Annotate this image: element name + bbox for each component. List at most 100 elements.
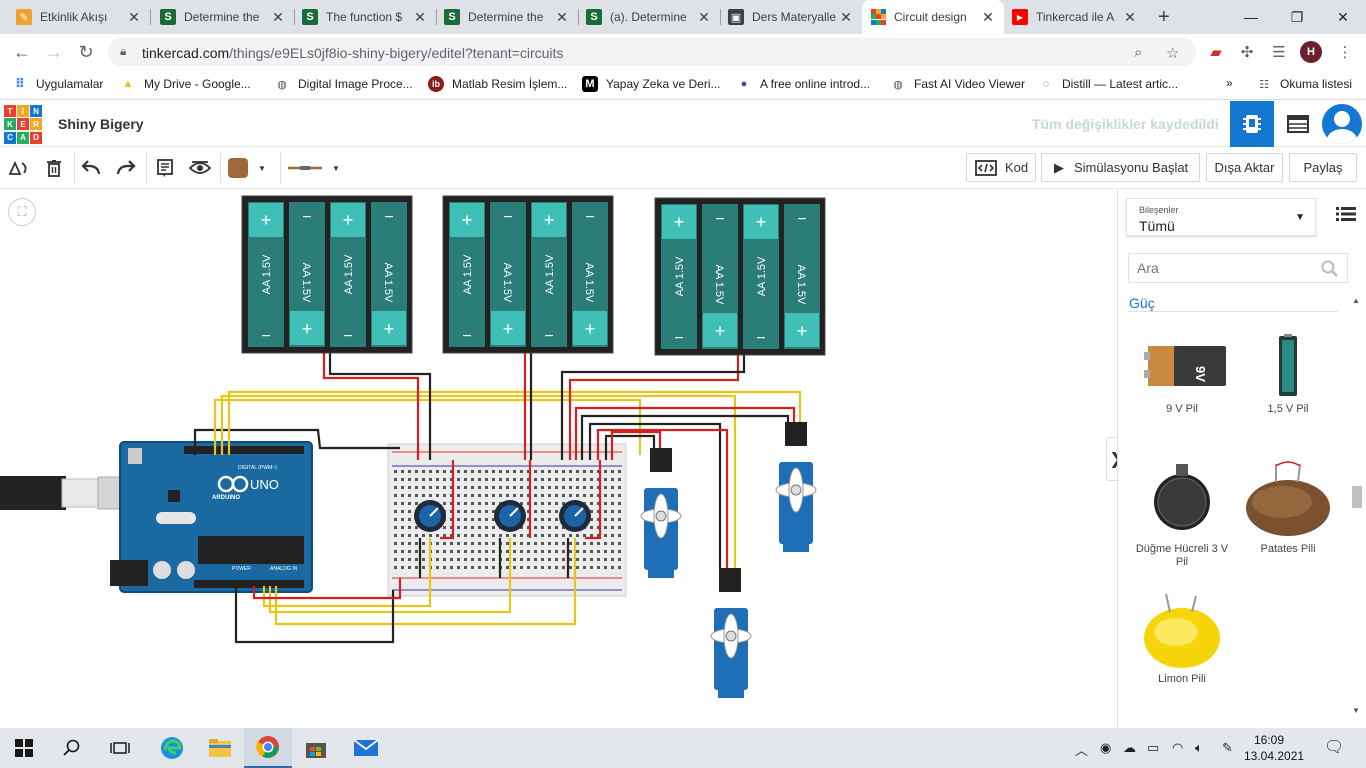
potentiometer[interactable] xyxy=(494,500,526,532)
bookmark-item[interactable]: ◍ Digital Image Proce... xyxy=(274,76,413,92)
taskbar-mail[interactable] xyxy=(342,728,390,768)
battery-pack[interactable]: + − AA 1.5V + − AA 1.5V + − AA 1.5V + − AA 1.5V xyxy=(442,195,614,354)
wire-color-picker[interactable]: ▼ xyxy=(228,155,276,181)
scroll-down-icon[interactable]: ▼ xyxy=(1352,706,1360,715)
search-icon[interactable] xyxy=(1321,260,1339,278)
meet-now-icon[interactable]: ◉ xyxy=(1100,740,1111,756)
servo-motor[interactable] xyxy=(710,568,752,698)
battery-pack[interactable]: + − AA 1.5V + − AA 1.5V + − AA 1.5V + − AA 1.5V xyxy=(654,197,826,356)
list-view-toggle[interactable] xyxy=(1336,206,1356,226)
system-clock[interactable]: 16:09 13.04.2021 xyxy=(1244,732,1304,764)
browser-tab[interactable]: ▶ Tinkercad ile A ✕ xyxy=(1004,0,1146,34)
browser-tab[interactable]: ✎ Etkinlik Akışı ✕ xyxy=(8,0,150,34)
more-bookmarks-button[interactable]: » xyxy=(1226,76,1233,90)
browser-tab[interactable]: S Determine the ✕ xyxy=(152,0,294,34)
taskbar-file-explorer[interactable] xyxy=(196,728,244,768)
component-coin-cell-battery[interactable]: Düğme Hücreli 3 V Pil xyxy=(1130,460,1234,569)
pen-icon[interactable]: ✎ xyxy=(1222,740,1233,756)
component-lemon-battery[interactable]: Limon Pili xyxy=(1130,590,1234,686)
extensions-puzzle-icon[interactable]: ✣ xyxy=(1236,41,1258,63)
potentiometer[interactable] xyxy=(559,500,591,532)
bookmark-item[interactable]: ● A free online introd... xyxy=(736,76,870,92)
rotate-button[interactable] xyxy=(6,155,32,181)
start-simulation-button[interactable]: ▶ Simülasyonu Başlat xyxy=(1041,153,1200,182)
minimize-button[interactable]: — xyxy=(1228,0,1274,34)
close-tab-icon[interactable]: ✕ xyxy=(696,9,712,26)
browser-tab[interactable]: ▣ Ders Materyalle ✕ xyxy=(720,0,862,34)
browser-tab[interactable]: S (a). Determine ✕ xyxy=(578,0,720,34)
media-control-icon[interactable]: ☰ xyxy=(1268,41,1290,63)
close-tab-icon[interactable]: ✕ xyxy=(1122,9,1138,26)
component-1-5v-battery[interactable]: 1,5 V Pil xyxy=(1236,330,1340,416)
undo-button[interactable] xyxy=(78,155,104,181)
profile-avatar[interactable]: H xyxy=(1300,41,1322,63)
wire-type-picker[interactable]: ▼ xyxy=(288,155,348,181)
components-category-select[interactable]: Bileşenler Tümü ▼ xyxy=(1126,198,1316,236)
bookmark-item[interactable]: ▲ My Drive - Google... xyxy=(120,76,251,92)
browser-tab[interactable]: S Determine the ✕ xyxy=(436,0,578,34)
bookmark-apps[interactable]: ⠿ Uygulamalar xyxy=(12,76,103,92)
bookmark-item[interactable]: ◌ Distill — Latest artic... xyxy=(1038,76,1178,92)
taskbar-chrome[interactable] xyxy=(244,728,292,768)
servo-motor[interactable] xyxy=(640,448,682,578)
component-list-view-button[interactable] xyxy=(1276,101,1320,147)
servo-motor[interactable] xyxy=(775,422,817,552)
taskbar-edge[interactable] xyxy=(148,728,196,768)
tinkercad-logo[interactable]: T I N K E R C A D xyxy=(4,105,42,144)
browser-menu-icon[interactable]: ⋮ xyxy=(1334,41,1356,63)
close-tab-icon[interactable]: ✕ xyxy=(838,9,854,26)
cloud-icon[interactable]: ☁ xyxy=(1123,740,1136,756)
minus-terminal-icon: − xyxy=(674,330,683,347)
component-potato-battery[interactable]: Patates Pili xyxy=(1236,460,1340,556)
battery-pack[interactable]: + − AA 1.5V + − AA 1.5V + − AA 1.5V + − AA 1.5V xyxy=(241,195,413,354)
notes-button[interactable] xyxy=(152,155,178,181)
start-button[interactable] xyxy=(0,728,48,768)
battery-icon[interactable]: ▭ xyxy=(1147,740,1159,756)
visibility-button[interactable] xyxy=(187,155,213,181)
potentiometer[interactable] xyxy=(414,500,446,532)
bookmark-item[interactable]: ◍ Fast AI Video Viewer xyxy=(890,76,1025,92)
reload-button[interactable]: ↻ xyxy=(74,40,98,64)
notifications-icon[interactable]: 🗨︎ xyxy=(1324,737,1344,757)
export-button[interactable]: Dışa Aktar xyxy=(1206,153,1283,182)
search-button[interactable] xyxy=(48,728,96,768)
delete-button[interactable] xyxy=(41,155,67,181)
new-tab-button[interactable]: + xyxy=(1150,0,1180,34)
wifi-icon[interactable]: ◠ xyxy=(1172,740,1183,756)
url-field[interactable]: 🔒︎ tinkercad.com/things/e9ELs0jf8io-shin… xyxy=(108,38,1196,66)
forward-button[interactable]: → xyxy=(42,40,66,64)
browser-tab[interactable]: S The function $ ✕ xyxy=(294,0,436,34)
tray-overflow-icon[interactable]: ︿ xyxy=(1075,740,1088,759)
panel-scroll-thumb[interactable] xyxy=(1352,486,1362,508)
pdf-extension-icon[interactable]: ▰ xyxy=(1205,41,1227,63)
circuit-view-button[interactable] xyxy=(1230,101,1274,147)
close-tab-icon[interactable]: ✕ xyxy=(554,9,570,26)
circuit-canvas[interactable]: ⛶ UNO ARDUINO DIGITAL (PWM~) POWER ANALO… xyxy=(0,190,1117,728)
bookmark-item[interactable]: ib Matlab Resim İşlem... xyxy=(428,76,567,92)
browser-tab-active[interactable]: Circuit design ✕ xyxy=(862,0,1004,34)
close-tab-icon[interactable]: ✕ xyxy=(126,9,142,26)
redo-button[interactable] xyxy=(113,155,139,181)
user-avatar[interactable] xyxy=(1322,104,1362,144)
close-tab-icon[interactable]: ✕ xyxy=(980,9,996,26)
share-button[interactable]: Paylaş xyxy=(1289,153,1357,182)
reading-list-button[interactable]: ☷ Okuma listesi xyxy=(1256,76,1352,92)
zoom-icon[interactable]: ⌕ xyxy=(1134,44,1142,61)
scroll-up-icon[interactable]: ▲ xyxy=(1352,296,1360,305)
code-button[interactable]: Kod xyxy=(966,153,1036,182)
volume-icon[interactable]: 🔈︎ xyxy=(1195,740,1203,756)
bookmark-item[interactable]: M Yapay Zeka ve Deri... xyxy=(582,76,721,92)
component-9v-battery[interactable]: 9V 9 V Pil xyxy=(1130,330,1234,416)
back-button[interactable]: ← xyxy=(10,40,34,64)
eye-icon xyxy=(189,161,211,174)
project-name[interactable]: Shiny Bigery xyxy=(58,116,144,132)
close-tab-icon[interactable]: ✕ xyxy=(270,9,286,26)
close-window-button[interactable]: ✕ xyxy=(1320,0,1366,34)
task-view-button[interactable] xyxy=(96,728,144,768)
restore-button[interactable]: ❐ xyxy=(1274,0,1320,34)
search-input[interactable] xyxy=(1129,254,1309,282)
taskbar-store[interactable] xyxy=(292,728,340,768)
close-tab-icon[interactable]: ✕ xyxy=(412,9,428,26)
bookmark-star-icon[interactable]: ☆ xyxy=(1166,44,1179,62)
arduino-uno-board[interactable]: UNO ARDUINO DIGITAL (PWM~) POWER ANALOG … xyxy=(110,441,313,593)
